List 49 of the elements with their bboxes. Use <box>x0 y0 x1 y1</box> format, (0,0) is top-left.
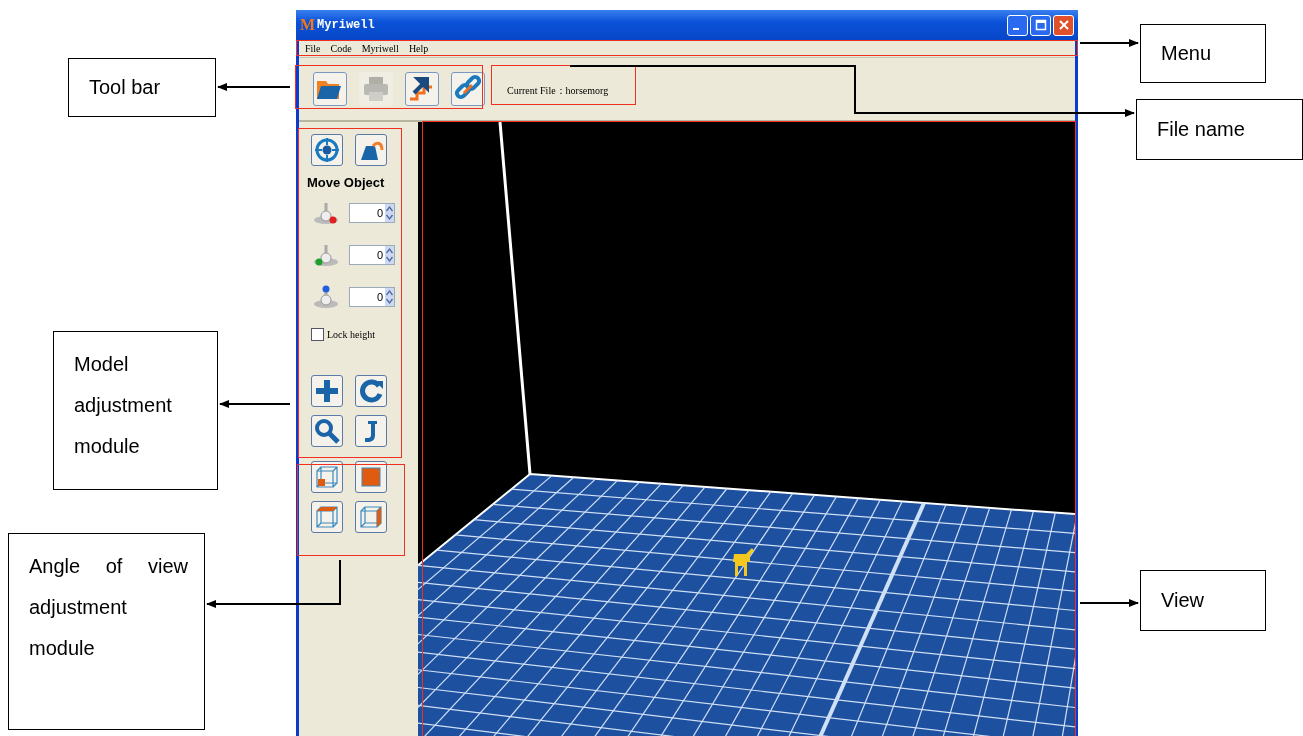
close-icon <box>1057 19 1070 31</box>
cube-view-button[interactable] <box>311 461 343 493</box>
letter-j-button[interactable] <box>355 415 387 447</box>
minimize-button[interactable] <box>1007 14 1028 36</box>
link-button[interactable] <box>451 72 485 106</box>
menu-item[interactable]: Code <box>330 43 352 54</box>
section-title: Move Object <box>307 175 385 190</box>
target-icon <box>313 136 341 164</box>
app-logo: M <box>300 16 316 34</box>
cube-view-icon <box>357 503 385 531</box>
lock-height-checkbox[interactable] <box>311 328 324 341</box>
callout-label: Angle of view adjustment module <box>8 533 205 730</box>
callout-arrow <box>219 400 291 408</box>
menu-item[interactable]: Help <box>408 43 429 54</box>
move-icon <box>313 377 341 405</box>
close-button[interactable] <box>1053 14 1074 36</box>
search-icon <box>313 417 341 445</box>
callout-label: View <box>1140 570 1266 631</box>
callout-label: Tool bar <box>68 58 216 117</box>
minimize-icon <box>1012 28 1019 30</box>
cube-view-icon <box>313 463 341 491</box>
callout-label: File name <box>1136 99 1303 160</box>
current-file-label: Current File：horsemorg <box>507 84 609 98</box>
number-spinner[interactable]: 0 <box>349 203 395 223</box>
callout-label: Model adjustment module <box>53 331 218 490</box>
lock-height-label: Lock height <box>327 329 376 340</box>
place-object-button[interactable] <box>355 134 387 166</box>
horse-model <box>733 548 754 576</box>
move-button[interactable] <box>311 375 343 407</box>
rotate-icon <box>357 377 385 405</box>
callout-arrow <box>1079 599 1139 607</box>
menu-item[interactable]: File <box>305 43 321 54</box>
maximize-button[interactable] <box>1030 14 1051 36</box>
cube-view-button[interactable] <box>355 461 387 493</box>
folder-button[interactable] <box>313 72 347 106</box>
menu-item[interactable]: Myriwell <box>361 43 399 54</box>
window-title: Myriwell <box>317 18 376 32</box>
callout-label: Menu <box>1140 24 1266 83</box>
cube-view-button[interactable] <box>311 501 343 533</box>
callout-arrow <box>1079 39 1139 47</box>
export-button[interactable] <box>405 72 439 106</box>
search-button[interactable] <box>311 415 343 447</box>
number-spinner[interactable]: 0 <box>349 287 395 307</box>
cube-view-button[interactable] <box>355 501 387 533</box>
number-spinner[interactable]: 0 <box>349 245 395 265</box>
maximize-icon <box>1034 19 1047 31</box>
cube-view-icon <box>313 503 341 531</box>
rotate-button[interactable] <box>355 375 387 407</box>
target-button[interactable] <box>311 134 343 166</box>
